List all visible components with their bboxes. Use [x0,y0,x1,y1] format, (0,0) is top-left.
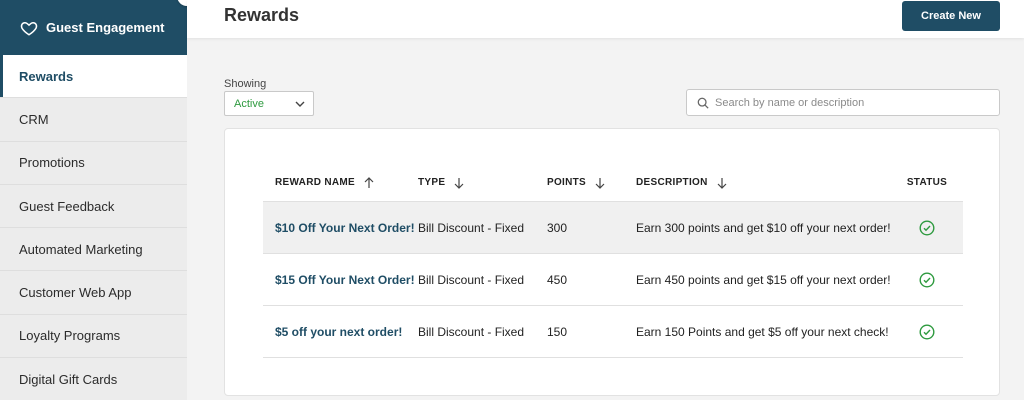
column-header-points[interactable]: POINTS [547,177,636,189]
table-header: REWARD NAME TYPE POINTS DESCRIPTION STAT… [263,164,963,202]
table-row[interactable]: $10 Off Your Next Order! Bill Discount -… [263,202,963,254]
sidebar-item-digital-gift-cards[interactable]: Digital Gift Cards [0,358,187,400]
search-box[interactable] [686,89,1000,116]
search-icon [697,97,709,109]
page-header: Rewards Create New [187,0,1024,38]
reward-type: Bill Discount - Fixed [418,272,525,287]
sidebar-item-automated-marketing[interactable]: Automated Marketing [0,228,187,272]
page-title: Rewards [224,5,300,25]
sort-descending-icon [454,177,464,189]
showing-label: Showing [224,78,267,90]
column-header-reward-name[interactable]: REWARD NAME [263,176,418,189]
create-new-button[interactable]: Create New [902,1,1000,31]
reward-points: 150 [547,324,568,339]
column-header-label: REWARD NAME [275,177,355,188]
sidebar-item-crm[interactable]: CRM [0,98,187,142]
column-header-label: STATUS [906,177,948,188]
status-filter-value: Active [234,97,264,110]
sidebar-brand-label: Guest Engagement [46,20,165,35]
column-header-description[interactable]: DESCRIPTION [636,177,891,189]
reward-type: Bill Discount - Fixed [418,220,525,235]
column-header-label: POINTS [547,177,587,188]
table-row[interactable]: $5 off your next order! Bill Discount - … [263,306,963,358]
reward-name-link[interactable]: $15 Off Your Next Order! [275,274,418,286]
sidebar: Guest Engagement Rewards CRM Promotions … [0,0,187,400]
sort-ascending-icon [364,176,374,188]
reward-name-link[interactable]: $5 off your next order! [275,326,418,338]
check-circle-icon [919,271,935,288]
sort-descending-icon [595,177,605,189]
reward-description: Earn 300 points and get $10 off your nex… [636,220,891,235]
heart-icon [20,21,38,36]
sort-descending-icon [717,177,727,189]
reward-description: Earn 450 points and get $15 off your nex… [636,272,891,287]
column-header-label: TYPE [418,177,446,188]
column-header-status: STATUS [891,177,963,188]
check-circle-icon [919,323,935,340]
status-cell [891,323,963,340]
reward-type: Bill Discount - Fixed [418,324,525,339]
sidebar-item-loyalty-programs[interactable]: Loyalty Programs [0,315,187,359]
sidebar-item-guest-feedback[interactable]: Guest Feedback [0,185,187,229]
reward-points: 450 [547,272,568,287]
chevron-down-icon [295,101,305,107]
sidebar-item-rewards[interactable]: Rewards [0,55,187,99]
reward-name-link[interactable]: $10 Off Your Next Order! [275,222,418,234]
status-filter-select[interactable]: Active [224,91,314,116]
check-circle-icon [919,219,935,236]
table-row[interactable]: $15 Off Your Next Order! Bill Discount -… [263,254,963,306]
status-cell [891,219,963,236]
column-header-type[interactable]: TYPE [418,177,547,189]
status-cell [891,271,963,288]
reward-points: 300 [547,220,568,235]
sidebar-item-customer-web-app[interactable]: Customer Web App [0,271,187,315]
search-input[interactable] [715,96,975,109]
rewards-table: REWARD NAME TYPE POINTS DESCRIPTION STAT… [263,164,963,358]
column-header-label: DESCRIPTION [636,177,708,188]
rewards-card: REWARD NAME TYPE POINTS DESCRIPTION STAT… [224,128,1000,396]
reward-description: Earn 150 Points and get $5 off your next… [636,324,889,339]
sidebar-brand[interactable]: Guest Engagement [0,0,187,55]
sidebar-item-promotions[interactable]: Promotions [0,142,187,185]
